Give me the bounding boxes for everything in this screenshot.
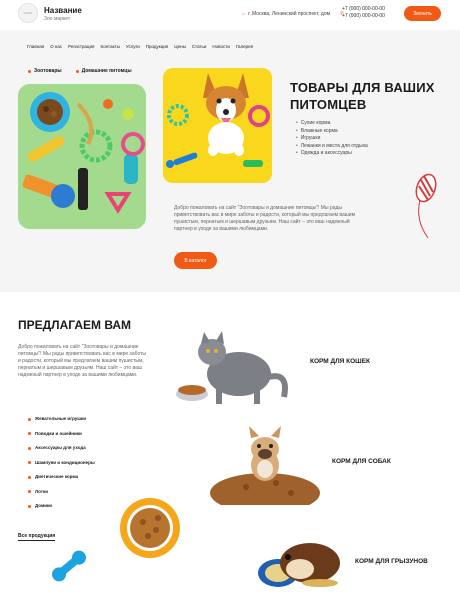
- dot-icon: [28, 446, 31, 450]
- feature-item: Лежанки и места для отдыха: [296, 143, 368, 151]
- feature-item: Одежда и аксессуары: [296, 150, 368, 158]
- pet-toys-image: [18, 84, 146, 229]
- dog-food-card[interactable]: [206, 423, 324, 505]
- dot-icon: [28, 475, 31, 479]
- rodent-food-card[interactable]: [250, 523, 346, 593]
- food-bowl-illustration: [120, 498, 180, 558]
- dot-icon: [28, 69, 31, 73]
- feature-item: Сухие корма: [296, 120, 368, 128]
- dot-icon: [28, 417, 31, 421]
- phones: +7 (000) 000-00-00 +7 (000) 000-00-00: [342, 6, 385, 20]
- category-list: Жевательные игрушки Поводки и ошейники А…: [28, 412, 95, 514]
- home-icon: ⌂: [242, 11, 246, 17]
- offers-title: ПРЕДЛАГАЕМ ВАМ: [18, 318, 132, 332]
- category-item-chew-toys[interactable]: Жевательные игрушки: [28, 412, 95, 427]
- pet-toys-illustration: [18, 84, 146, 229]
- nav-item-contacts[interactable]: Контакты: [100, 44, 119, 49]
- dot-icon: [28, 432, 31, 436]
- corgi-image: [163, 68, 272, 183]
- category-label: Диетические корма: [35, 474, 79, 479]
- category-label: Лотки: [35, 488, 49, 494]
- nav-item-articles[interactable]: Статьи: [192, 44, 207, 49]
- phone-2[interactable]: +7 (000) 000-00-00: [342, 13, 385, 20]
- main-nav: Главная О нас Регистрация Контакты Услуг…: [27, 44, 253, 49]
- category-item-diet-food[interactable]: Диетические корма: [28, 470, 95, 485]
- category-item-houses[interactable]: Домики: [28, 499, 95, 514]
- site-header: LOGO Название Зоо маркет ⌂ г. Москва, Ле…: [0, 0, 460, 30]
- dumbbell-toy-icon: [52, 550, 86, 582]
- hero-title: ТОВАРЫ ДЛЯ ВАШИХ ПИТОМЦЕВ: [290, 80, 435, 112]
- rodent-food-label[interactable]: КОРМ ДЛЯ ГРЫЗУНОВ: [355, 558, 428, 565]
- hero-link-pets[interactable]: Домашние питомцы: [75, 68, 132, 74]
- hero-links: Зоотовары Домашние питомцы: [28, 68, 132, 74]
- hero-feature-list: Сухие корма Влажные корма Игрушки Лежанк…: [296, 120, 368, 158]
- cat-illustration: [164, 322, 304, 407]
- category-item-grooming[interactable]: Аксессуары для ухода: [28, 441, 95, 456]
- hero-link-label: Зоотовары: [34, 68, 62, 74]
- call-button[interactable]: Звонить: [404, 6, 441, 21]
- corgi-illustration: [163, 68, 272, 183]
- guinea-pig-illustration: [250, 523, 346, 593]
- address: ⌂ г. Москва, Ленинский проспект, дом: [242, 11, 330, 17]
- site-subtitle: Зоо маркет: [44, 16, 71, 22]
- hero-link-label: Домашние питомцы: [81, 68, 132, 74]
- nav-item-home[interactable]: Главная: [27, 44, 44, 49]
- phone-1[interactable]: +7 (000) 000-00-00: [342, 6, 385, 13]
- logo-text: LOGO: [23, 11, 33, 15]
- hero-link-pet-goods[interactable]: Зоотовары: [28, 68, 62, 74]
- hero-description: Добро пожаловать на сайт "Зоотовары и до…: [174, 205, 356, 232]
- dot-icon: [28, 461, 31, 465]
- category-item-leashes[interactable]: Поводки и ошейники: [28, 427, 95, 442]
- site-name: Название: [44, 6, 82, 15]
- category-label: Домики: [35, 503, 53, 508]
- nav-item-gallery[interactable]: Галерея: [236, 44, 253, 49]
- nav-item-services[interactable]: Услуги: [126, 44, 140, 49]
- catalog-button[interactable]: В каталог: [174, 252, 217, 269]
- dog-food-label[interactable]: КОРМ ДЛЯ СОБАК: [332, 458, 391, 465]
- dot-icon: [28, 504, 31, 508]
- dot-icon: [28, 490, 31, 494]
- toy-mouse-icon: [415, 173, 437, 239]
- address-text: г. Москва, Ленинский проспект, дом: [248, 11, 331, 17]
- category-label: Аксессуары для ухода: [35, 445, 86, 450]
- logo[interactable]: LOGO: [18, 3, 38, 23]
- nav-item-products[interactable]: Продукция: [146, 44, 169, 49]
- feature-item: Влажные корма: [296, 128, 368, 136]
- nav-item-prices[interactable]: Цены: [174, 44, 186, 49]
- category-label: Жевательные игрушки: [35, 416, 87, 421]
- nav-item-about[interactable]: О нас: [50, 44, 62, 49]
- nav-item-registration[interactable]: Регистрация: [68, 44, 94, 49]
- dot-icon: [75, 69, 79, 73]
- category-item-trays[interactable]: Лотки: [28, 485, 95, 500]
- category-item-shampoo[interactable]: Шампуни и кондиционеры: [28, 456, 95, 471]
- dog-illustration: [206, 423, 324, 505]
- cat-food-label[interactable]: КОРМ ДЛЯ КОШЕК: [310, 358, 370, 365]
- food-bowl-image: [108, 490, 186, 562]
- offers-description: Добро пожаловать на сайт "Зоотовары и до…: [18, 344, 147, 378]
- all-products-link[interactable]: Все продукция: [18, 533, 56, 541]
- nav-item-news[interactable]: Новости: [212, 44, 229, 49]
- category-label: Поводки и ошейники: [35, 430, 82, 436]
- category-label: Шампуни и кондиционеры: [35, 459, 95, 465]
- cat-food-card[interactable]: [164, 322, 304, 407]
- feature-item: Игрушки: [296, 135, 368, 143]
